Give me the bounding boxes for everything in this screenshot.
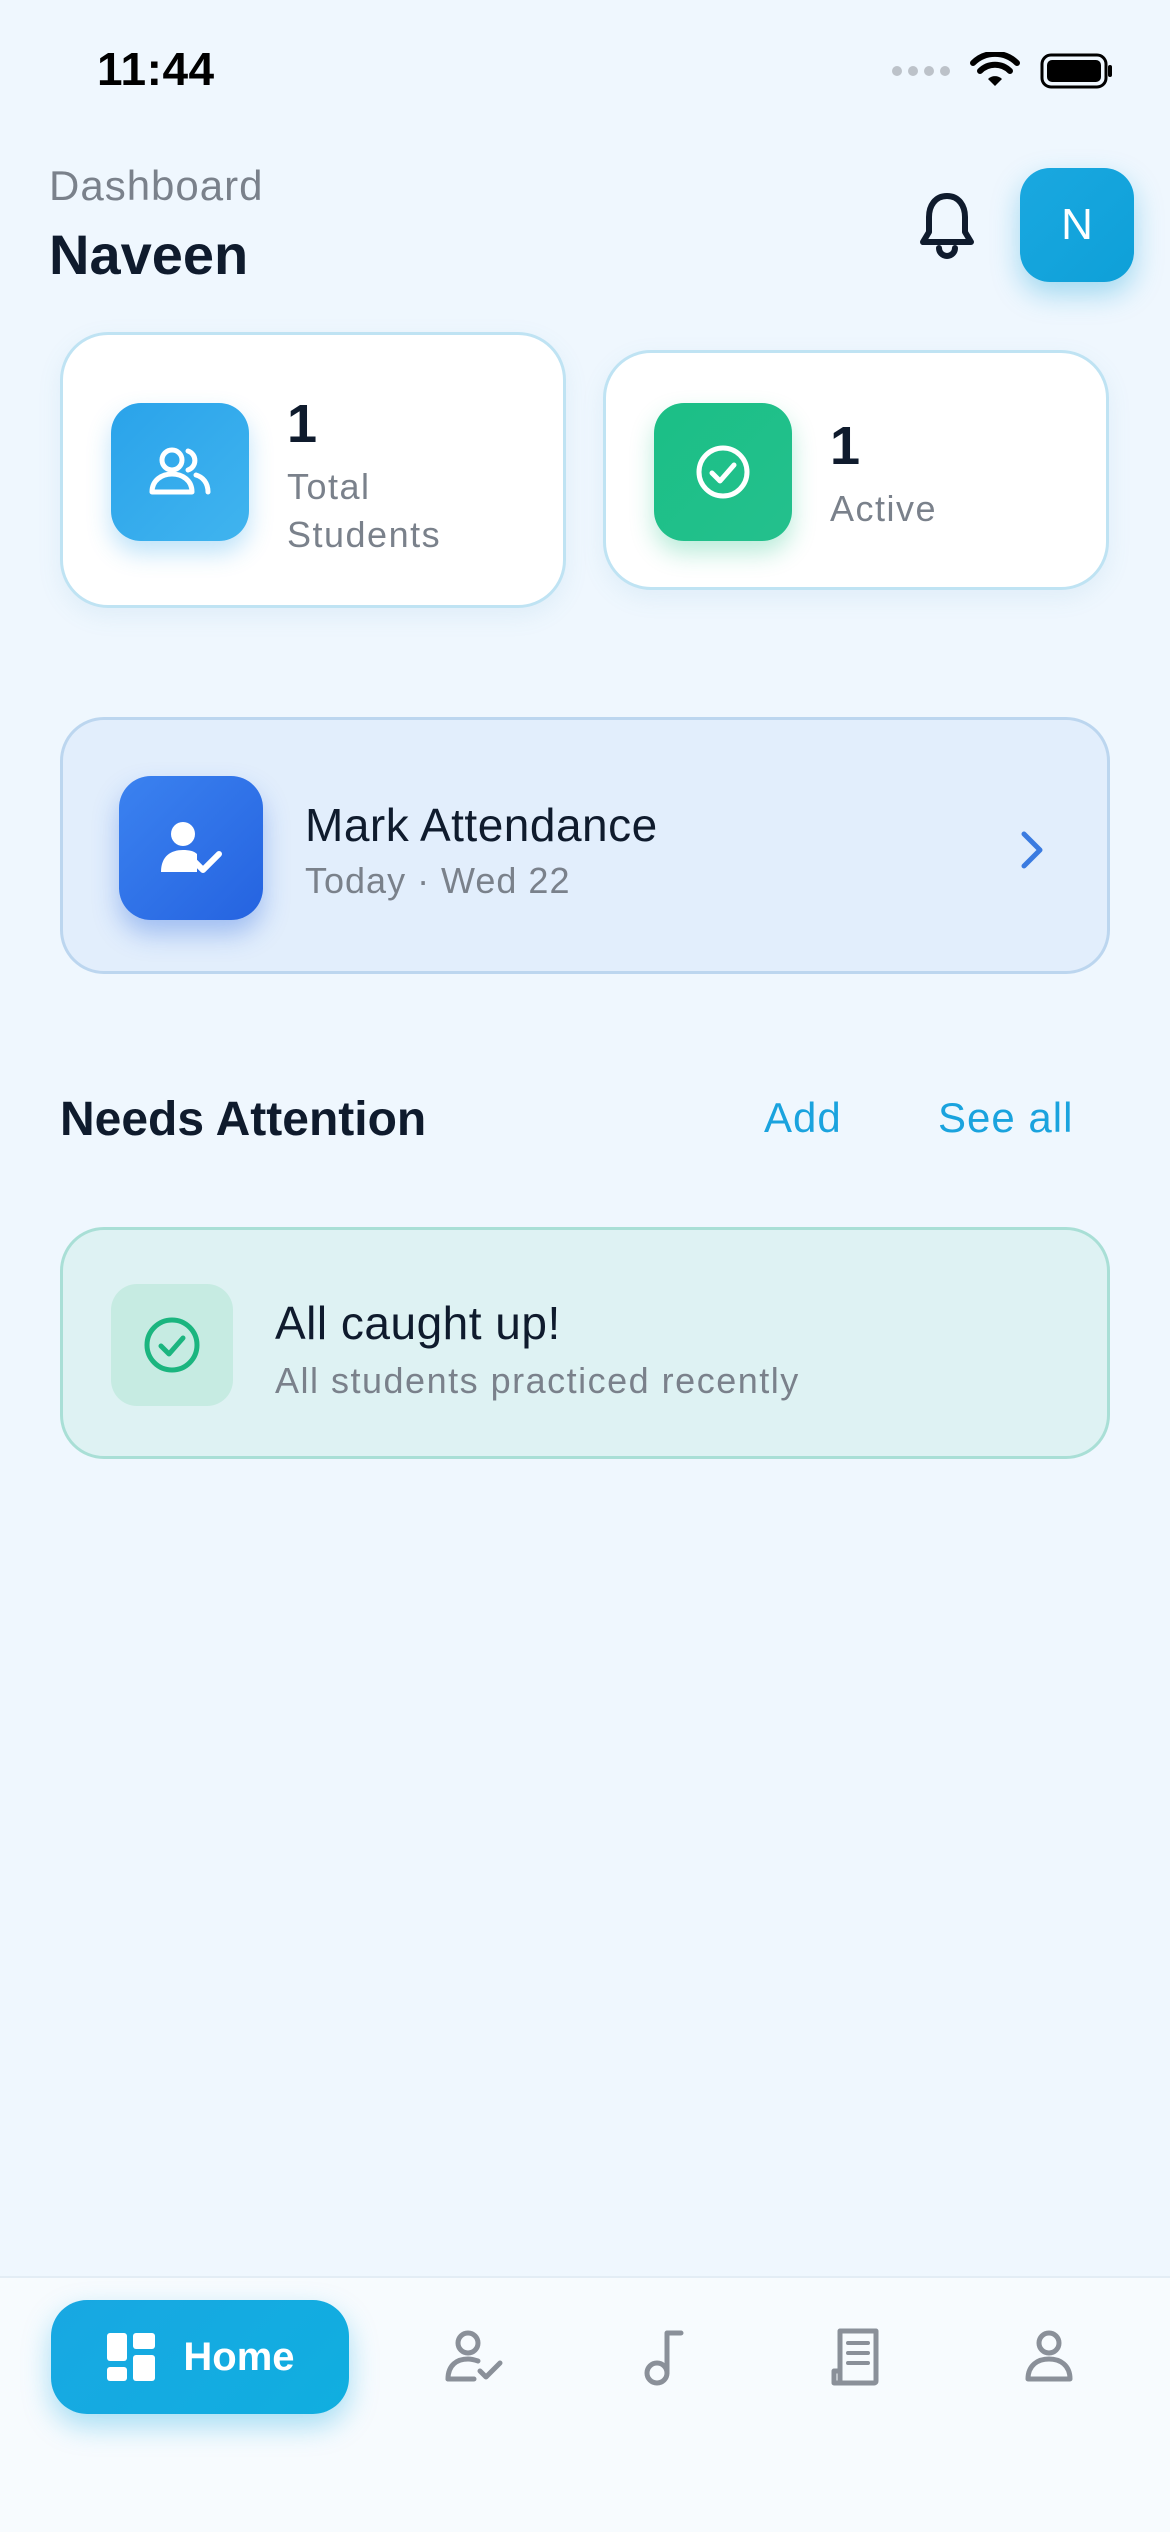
- receipt-icon: [831, 2328, 879, 2386]
- check-icon-tile: [111, 1284, 233, 1406]
- see-all-link[interactable]: See all: [938, 1094, 1073, 1142]
- attendance-title: Mark Attendance: [305, 799, 658, 851]
- nav-music[interactable]: [625, 2317, 705, 2397]
- caught-up-subtitle: All students practiced recently: [275, 1360, 800, 1401]
- check-circle-icon: [144, 1317, 200, 1373]
- notifications-button[interactable]: [917, 190, 977, 260]
- nav-attendance[interactable]: [434, 2317, 514, 2397]
- wifi-icon: [970, 52, 1020, 86]
- battery-icon: [1040, 53, 1112, 89]
- users-icon: [149, 447, 211, 495]
- mark-attendance-card[interactable]: Mark Attendance Today · Wed 22: [60, 717, 1110, 974]
- caught-up-title: All caught up!: [275, 1297, 561, 1349]
- user-name: Naveen: [49, 223, 249, 286]
- user-check-icon: [161, 822, 222, 873]
- nav-home-label: Home: [183, 2334, 295, 2379]
- nav-profile[interactable]: [1009, 2317, 1089, 2397]
- active-students-card[interactable]: 1 Active: [603, 350, 1109, 590]
- bell-icon: [920, 193, 974, 259]
- active-label: Active: [830, 488, 938, 529]
- add-link[interactable]: Add: [764, 1094, 842, 1142]
- attendance-icon-tile: [119, 776, 263, 920]
- total-students-label: Total Students: [287, 466, 442, 555]
- users-icon-tile: [111, 403, 249, 541]
- nav-home[interactable]: Home: [51, 2300, 349, 2414]
- needs-attention-title: Needs Attention: [60, 1093, 427, 1146]
- attendance-date: Today · Wed 22: [305, 860, 571, 901]
- avatar-button[interactable]: N: [1020, 168, 1134, 282]
- grid-icon: [107, 2333, 156, 2381]
- check-circle-icon: [696, 445, 750, 499]
- page-label: Dashboard: [49, 162, 264, 209]
- check-icon-tile: [654, 403, 792, 541]
- caught-up-card: All caught up! All students practiced re…: [60, 1227, 1110, 1459]
- music-note-icon: [644, 2330, 684, 2386]
- total-students-card[interactable]: 1 Total Students: [60, 332, 566, 608]
- active-count: 1: [830, 416, 861, 476]
- profile-icon: [1025, 2330, 1073, 2382]
- status-indicators: [892, 52, 1114, 90]
- user-check-icon: [445, 2330, 503, 2382]
- signal-icon: [892, 66, 950, 76]
- nav-billing[interactable]: [817, 2317, 897, 2397]
- chevron-right-icon: [1021, 831, 1043, 869]
- bottom-nav: Home: [0, 2276, 1170, 2532]
- status-time: 11:44: [97, 43, 215, 95]
- total-students-count: 1: [287, 394, 318, 454]
